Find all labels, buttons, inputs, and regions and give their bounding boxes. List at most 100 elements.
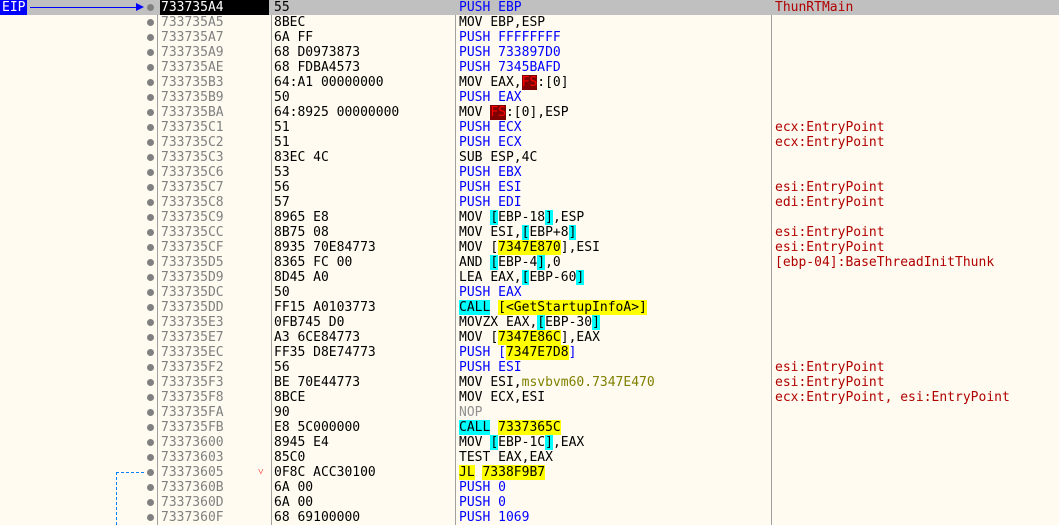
table-row[interactable]: 733735C6 53 PUSH EBX bbox=[0, 165, 1059, 180]
address-cell[interactable]: 733735A7 bbox=[160, 30, 271, 45]
table-row[interactable]: 733735FA 90 NOP bbox=[0, 405, 1059, 420]
breakpoint-dot-icon[interactable] bbox=[147, 124, 154, 131]
disassembly-cell[interactable]: MOV EAX,FS:[0] bbox=[459, 75, 569, 90]
breakpoint-dot-icon[interactable] bbox=[147, 4, 154, 11]
address-cell[interactable]: 733735D9 bbox=[160, 270, 271, 285]
disassembly-cell[interactable]: MOV ECX,ESI bbox=[459, 390, 545, 405]
address-cell[interactable]: 733735B9 bbox=[160, 90, 271, 105]
address-cell[interactable]: 733735C8 bbox=[160, 195, 271, 210]
address-cell[interactable]: 733735A5 bbox=[160, 15, 271, 30]
breakpoint-dot-icon[interactable] bbox=[147, 319, 154, 326]
disassembly-cell[interactable]: MOV FS:[0],ESP bbox=[459, 105, 569, 120]
table-row[interactable]: 733735C2 51 PUSH ECX ecx:EntryPoint bbox=[0, 135, 1059, 150]
address-cell[interactable]: 733735EC bbox=[160, 345, 271, 360]
disassembly-cell[interactable]: PUSH ECX bbox=[459, 135, 522, 150]
disassembly-cell[interactable]: AND [EBP-4],0 bbox=[459, 255, 561, 270]
address-cell[interactable]: 733735C3 bbox=[160, 150, 271, 165]
address-cell[interactable]: 73373605 bbox=[160, 465, 271, 480]
disassembly-cell[interactable]: MOV [EBP-1C],EAX bbox=[459, 435, 584, 450]
breakpoint-dot-icon[interactable] bbox=[147, 394, 154, 401]
breakpoint-dot-icon[interactable] bbox=[147, 64, 154, 71]
disassembly-cell[interactable]: PUSH EAX bbox=[459, 90, 522, 105]
breakpoint-dot-icon[interactable] bbox=[147, 304, 154, 311]
table-row[interactable]: 733735CF 8935 70E84773 MOV [7347E870],ESI e… bbox=[0, 240, 1059, 255]
table-row[interactable]: 7337360D 6A 00 PUSH 0 bbox=[0, 495, 1059, 510]
address-cell[interactable]: 733735A9 bbox=[160, 45, 271, 60]
breakpoint-dot-icon[interactable] bbox=[147, 109, 154, 116]
table-row[interactable]: 733735A5 8BEC MOV EBP,ESP bbox=[0, 15, 1059, 30]
table-row[interactable]: 73373603 85C0 TEST EAX,EAX bbox=[0, 450, 1059, 465]
address-cell[interactable]: 733735FB bbox=[160, 420, 271, 435]
address-cell[interactable]: 73373603 bbox=[160, 450, 271, 465]
disassembly-cell[interactable]: PUSH EDI bbox=[459, 195, 522, 210]
breakpoint-dot-icon[interactable] bbox=[147, 439, 154, 446]
table-row[interactable]: 733735C8 57 PUSH EDI edi:EntryPoint bbox=[0, 195, 1059, 210]
breakpoint-dot-icon[interactable] bbox=[147, 184, 154, 191]
table-row[interactable]: 733735DC 50 PUSH EAX bbox=[0, 285, 1059, 300]
table-row[interactable]: 7337360F 68 69100000 PUSH 1069 bbox=[0, 510, 1059, 525]
table-row[interactable]: 733735AE 68 FDBA4573 PUSH 7345BAFD bbox=[0, 60, 1059, 75]
disassembly-cell[interactable]: PUSH EBX bbox=[459, 165, 522, 180]
disassembly-cell[interactable]: LEA EAX,[EBP-60] bbox=[459, 270, 585, 285]
address-cell[interactable]: 733735DD bbox=[160, 300, 271, 315]
table-row[interactable]: 733735B9 50 PUSH EAX bbox=[0, 90, 1059, 105]
address-cell[interactable]: 733735F3 bbox=[160, 375, 271, 390]
disassembly-cell[interactable]: MOV ESI,msvbvm60.7347E470 bbox=[459, 375, 655, 390]
disassembly-cell[interactable]: PUSH 733897D0 bbox=[459, 45, 561, 60]
table-row[interactable]: ˅ 73373605 0F8C ACC30100 JL 7338F9B7 bbox=[0, 465, 1059, 480]
disassembly-cell[interactable]: PUSH 0 bbox=[459, 495, 506, 510]
disassembly-cell[interactable]: PUSH FFFFFFFF bbox=[459, 30, 561, 45]
address-cell[interactable]: 733735C6 bbox=[160, 165, 271, 180]
address-cell[interactable]: 733735C9 bbox=[160, 210, 271, 225]
table-row[interactable]: 733735A9 68 D0973873 PUSH 733897D0 bbox=[0, 45, 1059, 60]
disassembly-cell[interactable]: PUSH EAX bbox=[459, 285, 522, 300]
address-cell[interactable]: 733735C2 bbox=[160, 135, 271, 150]
breakpoint-dot-icon[interactable] bbox=[147, 214, 154, 221]
table-row[interactable]: 733735DD FF15 A0103773 CALL [<GetStartupIn… bbox=[0, 300, 1059, 315]
table-row[interactable]: 733735E7 A3 6CE84773 MOV [7347E86C],EAX bbox=[0, 330, 1059, 345]
address-cell[interactable]: 733735C1 bbox=[160, 120, 271, 135]
disassembly-cell[interactable]: JL 7338F9B7 bbox=[459, 465, 546, 480]
disassembly-cell[interactable]: MOV [7347E86C],EAX bbox=[459, 330, 600, 345]
address-cell[interactable]: 733735B3 bbox=[160, 75, 271, 90]
disassembly-cell[interactable]: TEST EAX,EAX bbox=[459, 450, 553, 465]
address-cell[interactable]: 733735E3 bbox=[160, 315, 271, 330]
address-cell[interactable]: 733735C7 bbox=[160, 180, 271, 195]
table-row[interactable]: 733735C7 56 PUSH ESI esi:EntryPoint bbox=[0, 180, 1059, 195]
breakpoint-dot-icon[interactable] bbox=[147, 409, 154, 416]
address-cell[interactable]: 7337360D bbox=[160, 495, 271, 510]
breakpoint-dot-icon[interactable] bbox=[147, 259, 154, 266]
breakpoint-dot-icon[interactable] bbox=[147, 229, 154, 236]
address-cell[interactable]: 733735DC bbox=[160, 285, 271, 300]
table-row[interactable]: 733735A4 55 PUSH EBP ThunRTMain bbox=[0, 0, 1059, 15]
table-row[interactable]: 733735D9 8D45 A0 LEA EAX,[EBP-60] bbox=[0, 270, 1059, 285]
table-row[interactable]: 733735FB E8 5C000000 CALL 7337365C bbox=[0, 420, 1059, 435]
breakpoint-dot-icon[interactable] bbox=[147, 379, 154, 386]
address-cell[interactable]: 733735CF bbox=[160, 240, 271, 255]
address-cell[interactable]: 73373600 bbox=[160, 435, 271, 450]
breakpoint-dot-icon[interactable] bbox=[147, 34, 154, 41]
address-cell[interactable]: 733735F8 bbox=[160, 390, 271, 405]
breakpoint-dot-icon[interactable] bbox=[147, 469, 154, 476]
disassembly-view[interactable]: 733735A4 55 PUSH EBP ThunRTMain 733735A5 8BEC… bbox=[0, 0, 1059, 525]
disassembly-cell[interactable]: CALL 7337365C bbox=[459, 420, 561, 435]
breakpoint-dot-icon[interactable] bbox=[147, 514, 154, 521]
disassembly-cell[interactable]: PUSH [7347E7D8] bbox=[459, 345, 576, 360]
disassembly-cell[interactable]: MOV EBP,ESP bbox=[459, 15, 545, 30]
disassembly-cell[interactable]: CALL [<GetStartupInfoA>] bbox=[459, 300, 647, 315]
table-row[interactable]: 7337360B 6A 00 PUSH 0 bbox=[0, 480, 1059, 495]
breakpoint-dot-icon[interactable] bbox=[147, 169, 154, 176]
breakpoint-dot-icon[interactable] bbox=[147, 349, 154, 356]
disassembly-cell[interactable]: PUSH ECX bbox=[459, 120, 522, 135]
breakpoint-dot-icon[interactable] bbox=[147, 334, 154, 341]
disassembly-cell[interactable]: MOVZX EAX,[EBP-30] bbox=[459, 315, 600, 330]
table-row[interactable]: 733735CC 8B75 08 MOV ESI,[EBP+8] esi:EntryP… bbox=[0, 225, 1059, 240]
breakpoint-dot-icon[interactable] bbox=[147, 199, 154, 206]
breakpoint-dot-icon[interactable] bbox=[147, 364, 154, 371]
table-row[interactable]: 73373600 8945 E4 MOV [EBP-1C],EAX bbox=[0, 435, 1059, 450]
breakpoint-dot-icon[interactable] bbox=[147, 424, 154, 431]
breakpoint-dot-icon[interactable] bbox=[147, 49, 154, 56]
breakpoint-dot-icon[interactable] bbox=[147, 244, 154, 251]
table-row[interactable]: 733735C3 83EC 4C SUB ESP,4C bbox=[0, 150, 1059, 165]
table-row[interactable]: 733735C1 51 PUSH ECX ecx:EntryPoint bbox=[0, 120, 1059, 135]
